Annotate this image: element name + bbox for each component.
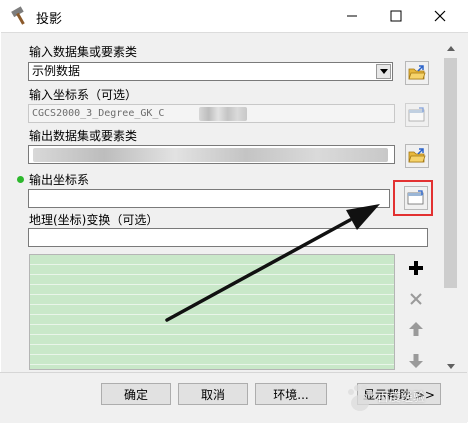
input-crs-value: CGCS2000_3_Degree_GK_C (32, 108, 165, 119)
title-bar: 投影 (0, 0, 469, 32)
redacted-region (33, 148, 388, 162)
transform-list[interactable] (29, 254, 395, 370)
cancel-button[interactable]: 取消 (178, 383, 248, 405)
input-dataset-combobox[interactable]: 示例数据 (28, 62, 393, 81)
scroll-up-icon[interactable] (442, 40, 459, 57)
plus-icon[interactable] (405, 257, 427, 279)
x-icon[interactable] (405, 288, 427, 310)
highlight-box (393, 180, 433, 216)
arrow-down-icon[interactable] (405, 350, 427, 372)
scroll-thumb[interactable] (444, 58, 457, 288)
minimize-icon[interactable] (330, 0, 374, 32)
output-dataset-field[interactable] (28, 145, 395, 164)
close-icon[interactable] (418, 0, 462, 32)
folder-open-icon (408, 148, 426, 163)
properties-icon (408, 107, 425, 122)
output-crs-field[interactable] (28, 189, 390, 208)
maximize-icon[interactable] (374, 0, 418, 32)
browse-input-button[interactable] (405, 61, 429, 85)
geo-transform-label: 地理(坐标)变换（可选） (29, 213, 159, 227)
window-title: 投影 (36, 12, 63, 27)
input-dataset-label: 输入数据集或要素类 (29, 45, 138, 59)
input-crs-field: CGCS2000_3_Degree_GK_C (28, 104, 395, 123)
output-crs-label: 输出坐标系 (29, 173, 90, 187)
arrow-up-icon[interactable] (405, 318, 427, 340)
browse-output-button[interactable] (405, 144, 429, 168)
redacted-region (199, 107, 247, 121)
environments-button[interactable]: 环境... (255, 383, 327, 405)
geo-transform-field[interactable] (28, 228, 428, 247)
input-crs-label: 输入坐标系（可选） (29, 88, 138, 102)
input-dataset-value: 示例数据 (32, 64, 81, 78)
required-indicator (17, 176, 24, 183)
output-dataset-label: 输出数据集或要素类 (29, 129, 138, 143)
ok-button[interactable]: 确定 (101, 383, 171, 405)
hammer-icon (10, 6, 32, 26)
watermark-text: 百度经验 (377, 390, 426, 404)
input-crs-properties-button (405, 103, 429, 127)
folder-open-icon (408, 65, 426, 80)
chevron-down-icon[interactable] (376, 64, 391, 79)
